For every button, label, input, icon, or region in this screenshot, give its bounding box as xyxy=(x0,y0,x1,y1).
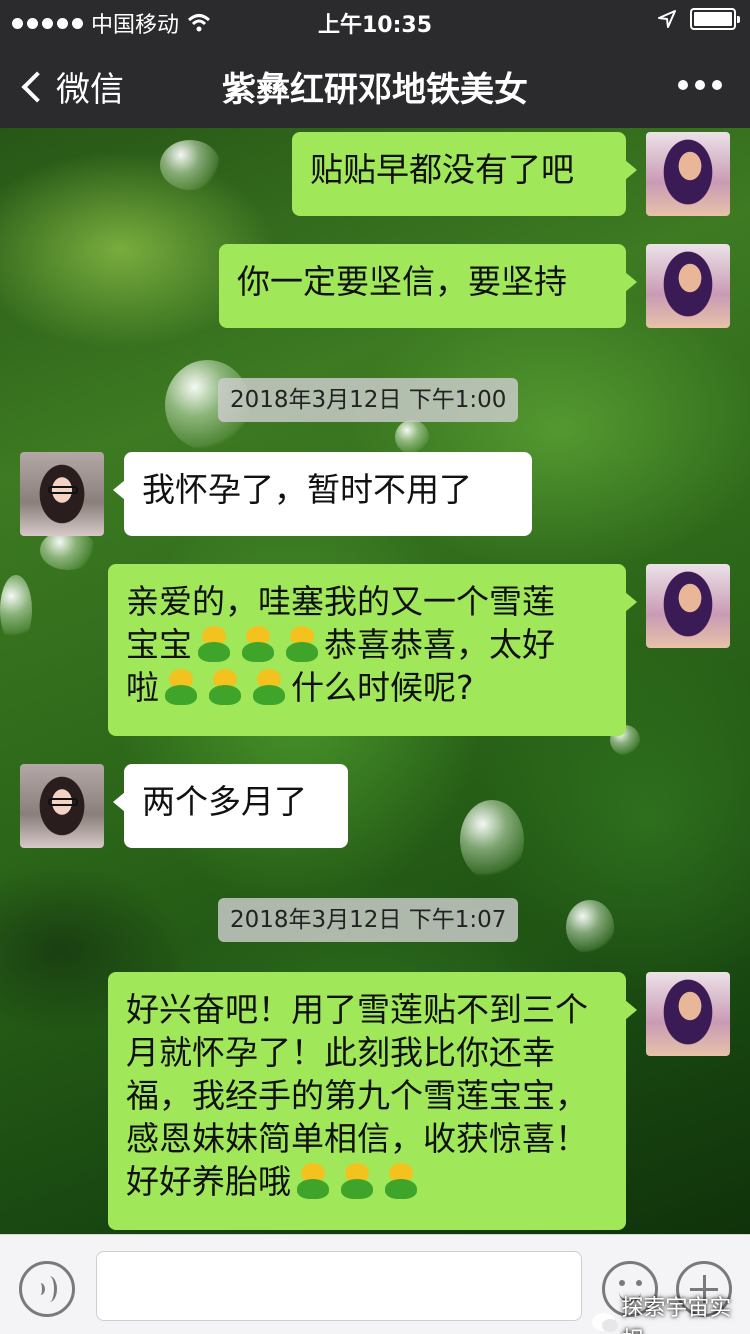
baby-emoji-icon xyxy=(295,1163,331,1199)
status-time: 上午10:35 xyxy=(317,13,433,38)
timestamp: 2018年3月12日 下午1:07 xyxy=(218,898,519,942)
contact-avatar[interactable] xyxy=(20,764,104,848)
baby-emoji-icon xyxy=(207,669,243,705)
status-right xyxy=(658,8,740,30)
my-message-bubble[interactable]: 好兴奋吧！用了雪莲贴不到三个月就怀孕了！此刻我比你还幸福，我经手的第九个雪莲宝宝… xyxy=(108,972,637,1230)
baby-emoji-icon xyxy=(163,669,199,705)
message-text: 你一定要坚信，要坚持 xyxy=(237,262,567,301)
my-message-bubble[interactable]: 亲爱的，哇塞我的又一个雪莲 宝宝 恭喜恭喜，太好 啦 什么时候呢? xyxy=(108,564,637,736)
baby-emoji-icon xyxy=(383,1163,419,1199)
status-bar: 中国移动 上午10:35 xyxy=(0,0,750,40)
wechat-logo-icon xyxy=(592,1313,619,1332)
nav-bar: 微信 紫彝红研邓地铁美女 xyxy=(0,40,750,128)
watermark: 探索宇宙实相 xyxy=(592,1290,750,1334)
contact-message-bubble[interactable]: 两个多月了 xyxy=(113,764,348,848)
message-text: 宝宝 xyxy=(126,625,192,664)
glasses xyxy=(48,798,78,806)
voice-icon[interactable] xyxy=(19,1261,75,1317)
battery-icon xyxy=(690,8,740,30)
timestamp: 2018年3月12日 下午1:00 xyxy=(218,378,519,422)
my-avatar[interactable] xyxy=(646,132,730,216)
baby-emoji-icon xyxy=(284,626,320,662)
baby-emoji-icon xyxy=(251,669,287,705)
more-dots-icon xyxy=(678,80,688,90)
my-avatar[interactable] xyxy=(646,972,730,1056)
my-avatar[interactable] xyxy=(646,564,730,648)
water-drop xyxy=(160,140,220,190)
message-text: 我怀孕了，暂时不用了 xyxy=(142,470,472,509)
location-arrow-icon xyxy=(658,10,676,28)
message-text: 恭喜恭喜，太好 xyxy=(324,625,555,664)
chat-title: 紫彝红研邓地铁美女 xyxy=(222,70,528,110)
my-message-bubble[interactable]: 贴贴早都没有了吧 xyxy=(292,132,637,216)
water-drop xyxy=(40,530,96,570)
contact-avatar[interactable] xyxy=(20,452,104,536)
message-text: 亲爱的，哇塞我的又一个雪莲 xyxy=(126,582,555,621)
water-drop xyxy=(0,575,32,645)
message-text: 两个多月了 xyxy=(142,782,307,821)
message-input[interactable] xyxy=(96,1251,582,1321)
more-button[interactable] xyxy=(678,80,722,90)
baby-emoji-icon xyxy=(240,626,276,662)
water-drop xyxy=(566,900,614,954)
baby-emoji-icon xyxy=(196,626,232,662)
contact-message-bubble[interactable]: 我怀孕了，暂时不用了 xyxy=(113,452,532,536)
baby-emoji-icon xyxy=(339,1163,375,1199)
glasses xyxy=(48,486,78,494)
message-text: 什么时候呢? xyxy=(291,668,474,707)
my-avatar[interactable] xyxy=(646,244,730,328)
message-text: 贴贴早都没有了吧 xyxy=(310,150,574,189)
message-text: 啦 xyxy=(126,668,159,707)
watermark-text: 探索宇宙实相 xyxy=(621,1296,732,1334)
water-drop xyxy=(395,420,429,454)
my-message-bubble[interactable]: 你一定要坚信，要坚持 xyxy=(219,244,637,328)
water-drop xyxy=(460,800,524,880)
